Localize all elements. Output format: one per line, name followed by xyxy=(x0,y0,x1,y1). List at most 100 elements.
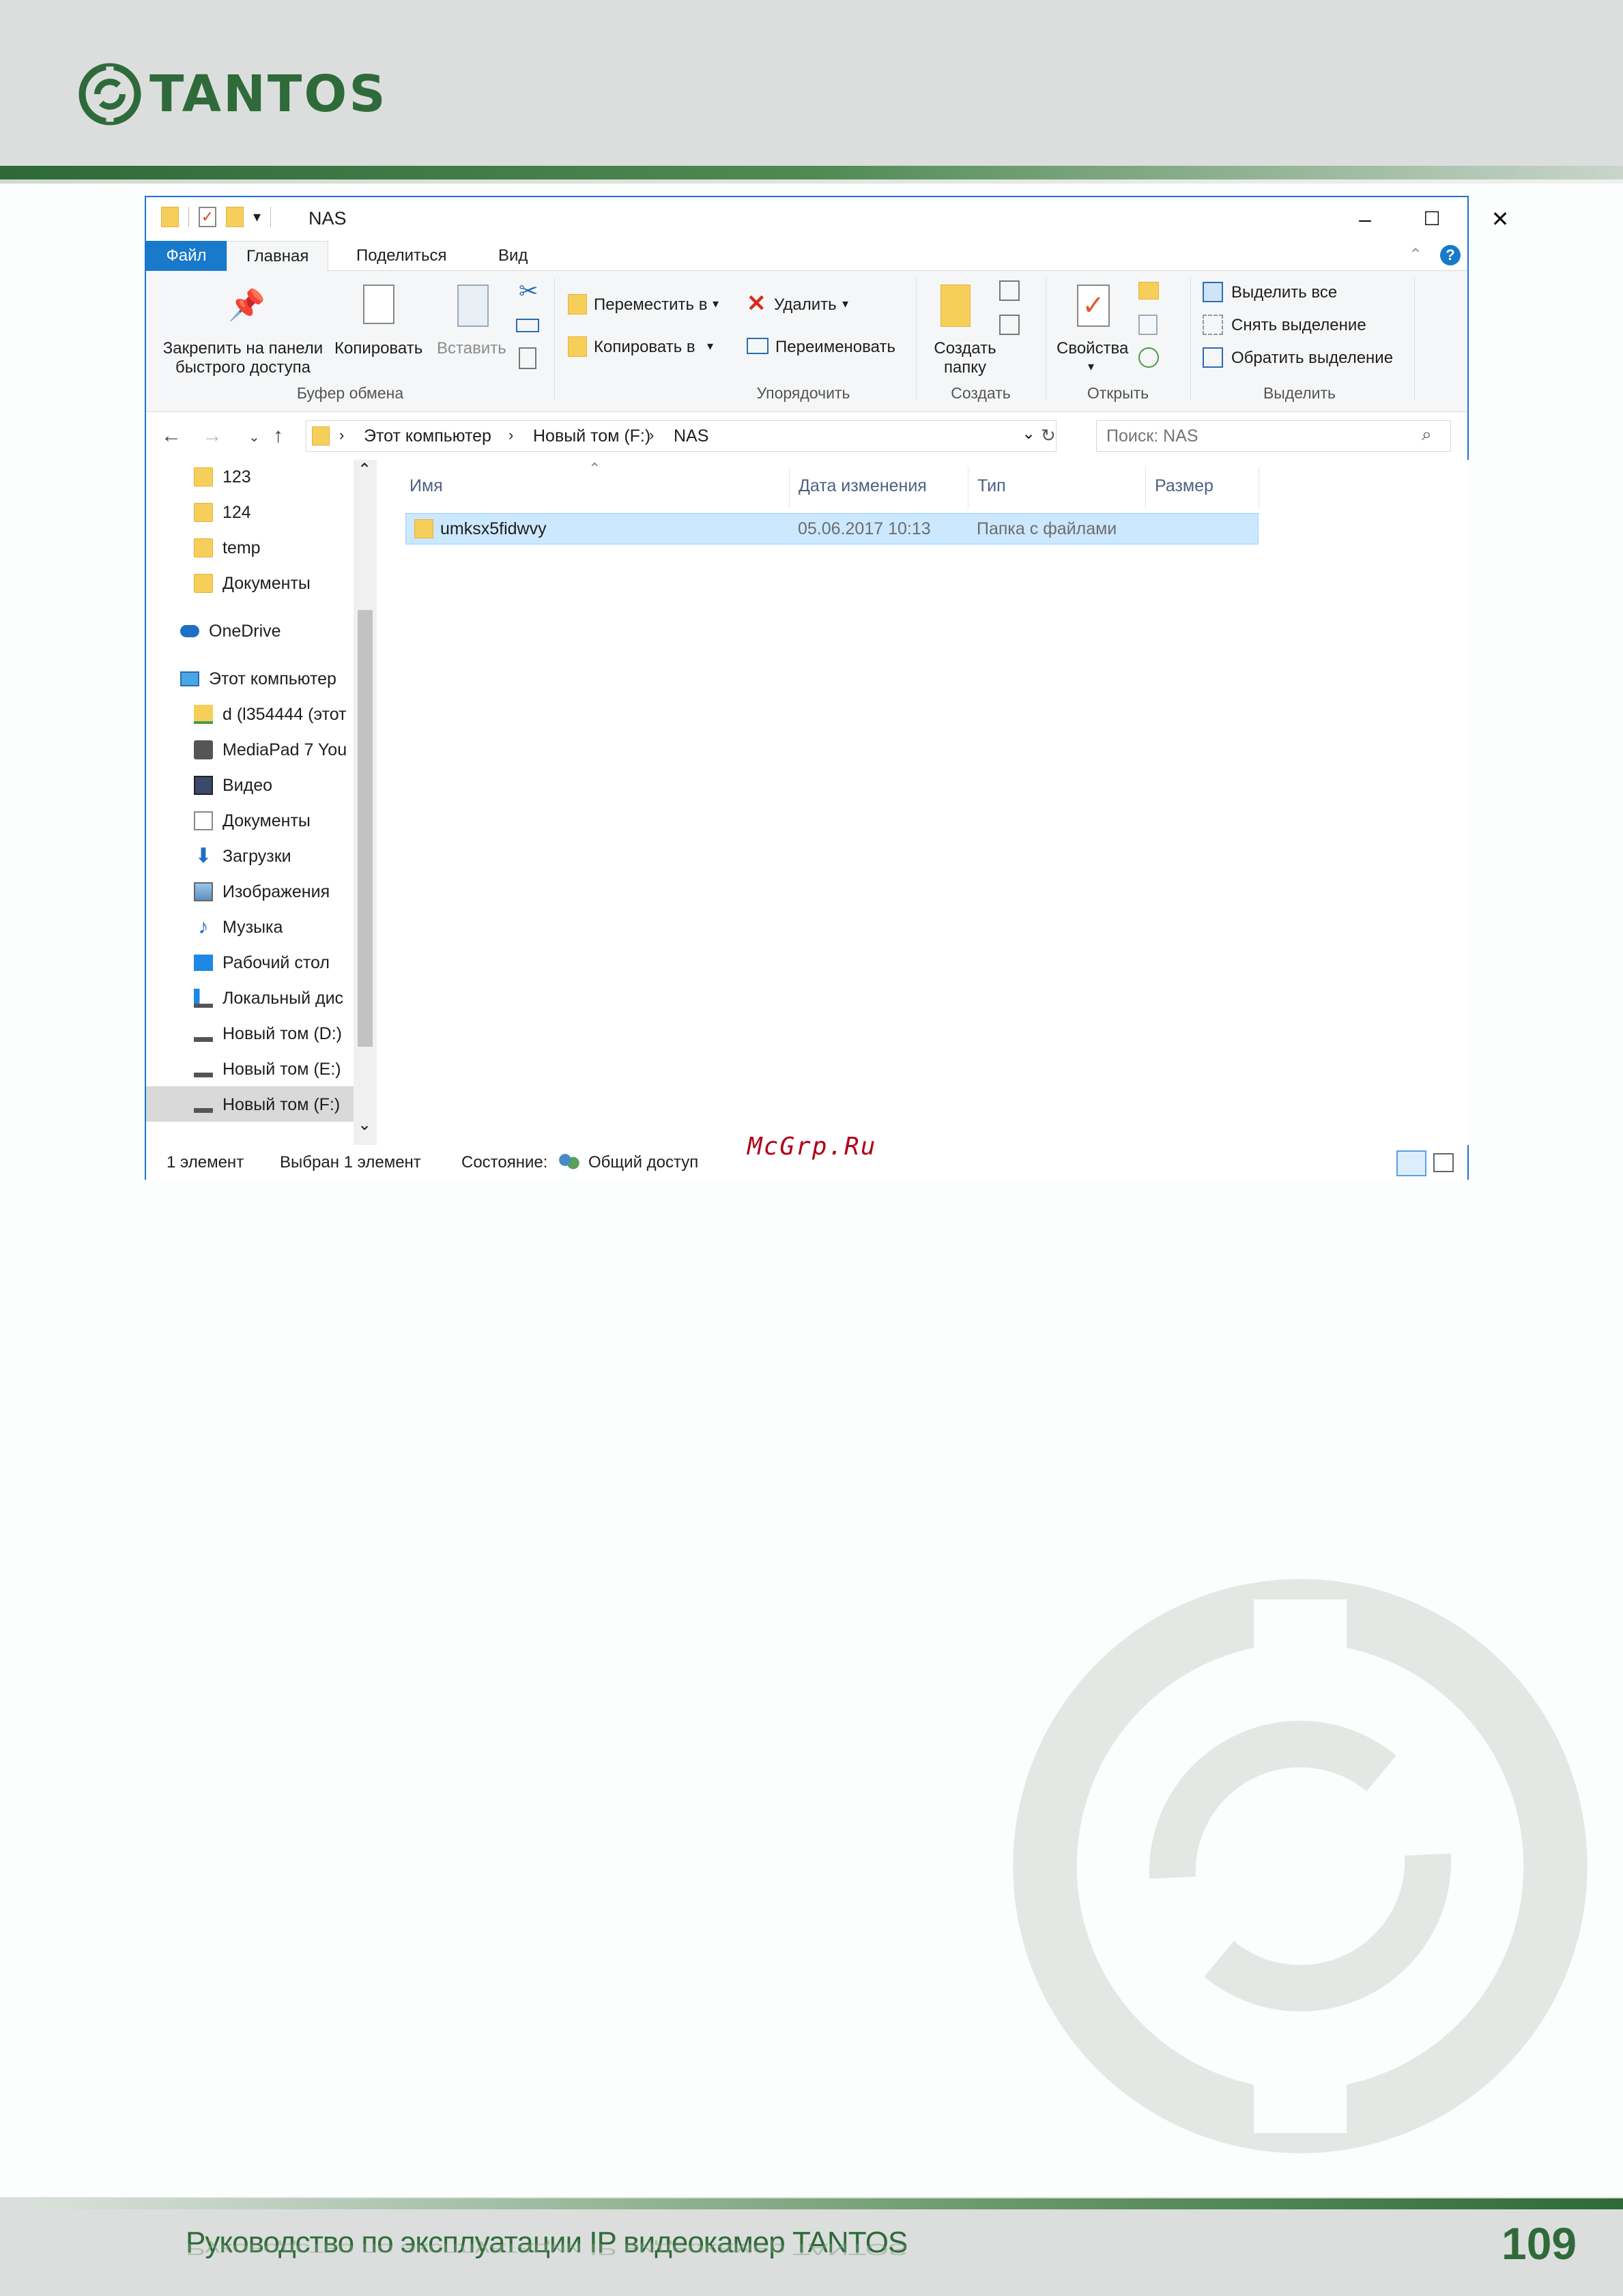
nav-item-label: Видео xyxy=(222,775,273,795)
nav-item-label: OneDrive xyxy=(209,621,281,641)
nav-item-drive-e[interactable]: Новый том (E:) xyxy=(194,1052,341,1086)
recent-chevron-icon[interactable]: ⌄ xyxy=(248,428,260,446)
move-to-button[interactable]: Переместить в xyxy=(594,295,707,315)
details-view-icon[interactable] xyxy=(1396,1150,1426,1176)
pin-label-1: Закрепить на панели xyxy=(162,339,324,358)
breadcrumb-this-pc[interactable]: Этот компьютер xyxy=(364,426,491,446)
nav-item-local-disk[interactable]: Локальный дис xyxy=(194,981,355,1015)
scroll-down-icon[interactable]: ⌄ xyxy=(358,1115,371,1135)
nav-item-music[interactable]: ♪ Музыка xyxy=(194,910,283,944)
computer-icon xyxy=(180,671,199,686)
footer-divider xyxy=(27,2198,1623,2209)
maximize-button[interactable]: ☐ xyxy=(1417,204,1447,234)
column-header-size[interactable]: Размер xyxy=(1155,476,1213,496)
open-icon[interactable] xyxy=(1138,282,1159,300)
move-to-chevron-icon[interactable]: ▾ xyxy=(713,297,719,311)
history-icon[interactable] xyxy=(1138,347,1159,368)
easy-access-icon[interactable] xyxy=(999,315,1020,335)
breadcrumb-separator-icon[interactable]: › xyxy=(339,426,344,444)
nav-item-label: d (l354444 (этот xyxy=(222,704,347,724)
invert-selection-button[interactable]: Обратить выделение xyxy=(1231,349,1393,368)
close-button[interactable]: ✕ xyxy=(1485,204,1515,234)
tab-file[interactable]: Файл xyxy=(146,241,227,271)
search-box[interactable]: ⌕ xyxy=(1096,420,1451,452)
breadcrumb-separator-icon[interactable]: › xyxy=(649,426,654,444)
breadcrumb-separator-icon[interactable]: › xyxy=(508,426,513,444)
breadcrumb-drive-f[interactable]: Новый том (F:) xyxy=(533,426,650,446)
cloud-icon xyxy=(180,625,199,637)
drive-icon xyxy=(194,1096,213,1113)
tab-share[interactable]: Поделиться xyxy=(337,241,466,271)
rename-button[interactable]: Переименовать xyxy=(775,338,895,357)
nav-item-drive-f[interactable]: Новый том (F:) xyxy=(194,1088,340,1122)
paste-shortcut-icon[interactable] xyxy=(519,347,536,369)
column-header-date[interactable]: Дата изменения xyxy=(799,476,927,496)
properties-chevron-icon[interactable]: ▾ xyxy=(1088,360,1094,374)
address-dropdown-icon[interactable]: ⌄ xyxy=(1022,424,1035,444)
properties-button[interactable]: Свойства xyxy=(1057,339,1128,358)
select-group-label: Выделить xyxy=(1263,384,1336,402)
nav-item-desktop[interactable]: Рабочий стол xyxy=(194,946,330,980)
minimize-button[interactable]: – xyxy=(1350,204,1380,234)
nav-item-label: Рабочий стол xyxy=(222,953,330,972)
pin-button[interactable]: Закрепить на панели быстрого доступа xyxy=(157,339,329,377)
nav-item-pictures[interactable]: Изображения xyxy=(194,875,330,909)
nav-item-temp[interactable]: temp xyxy=(194,531,261,565)
select-all-icon xyxy=(1203,282,1223,302)
select-none-button[interactable]: Снять выделение xyxy=(1231,316,1366,335)
forward-icon[interactable]: → xyxy=(202,424,222,448)
table-row[interactable]: umksx5fidwvy 05.06.2017 10:13 Папка с фа… xyxy=(405,513,1259,544)
column-header-type[interactable]: Тип xyxy=(977,476,1006,496)
quick-access-toolbar: ✓ ▾ xyxy=(161,207,272,227)
help-icon[interactable]: ? xyxy=(1440,245,1461,265)
tab-view[interactable]: Вид xyxy=(479,241,547,271)
refresh-icon[interactable]: ↻ xyxy=(1041,425,1056,446)
nav-item-videos[interactable]: Видео xyxy=(194,768,272,802)
nav-scrollbar[interactable]: ⌃ ⌄ xyxy=(354,460,377,1145)
nav-item-drive-d[interactable]: Новый том (D:) xyxy=(194,1017,342,1051)
new-folder-icon[interactable] xyxy=(226,207,244,227)
folder-icon xyxy=(194,538,213,557)
edit-icon[interactable] xyxy=(1138,315,1158,335)
nav-item-123[interactable]: 123 xyxy=(194,460,251,494)
collapse-ribbon-icon[interactable]: ⌃ xyxy=(1409,245,1422,265)
paste-icon xyxy=(457,285,489,327)
nav-item-downloads[interactable]: ⬇ Загрузки xyxy=(194,839,291,873)
properties-icon[interactable]: ✓ xyxy=(199,207,216,227)
nav-scrollbar-thumb[interactable] xyxy=(358,610,373,1047)
select-none-icon xyxy=(1203,315,1223,335)
nav-item-documents[interactable]: Документы xyxy=(194,804,311,838)
large-icons-view-icon[interactable] xyxy=(1433,1153,1454,1172)
nav-item-mediapad[interactable]: MediaPad 7 You xyxy=(194,733,355,767)
column-header-name[interactable]: Имя xyxy=(410,476,443,496)
nav-item-124[interactable]: 124 xyxy=(194,495,251,529)
cut-icon[interactable]: ✂ xyxy=(519,278,538,305)
file-list: ⌃ Имя Дата изменения Тип Размер umksx5fi… xyxy=(377,460,1469,1145)
search-icon[interactable]: ⌕ xyxy=(1422,424,1432,446)
breadcrumb-nas[interactable]: NAS xyxy=(674,426,708,446)
new-item-icon[interactable] xyxy=(999,280,1020,301)
up-icon[interactable]: ↑ xyxy=(273,424,283,448)
nav-item-this-pc[interactable]: Этот компьютер xyxy=(180,662,355,696)
rename-icon xyxy=(747,338,769,354)
paste-button[interactable]: Вставить xyxy=(437,339,506,358)
new-folder-button[interactable]: Создать папку xyxy=(917,339,1013,377)
copy-to-chevron-icon[interactable]: ▾ xyxy=(707,339,713,353)
copy-to-button[interactable]: Копировать в xyxy=(594,338,695,357)
address-bar[interactable]: › Этот компьютер › Новый том (F:) › NAS … xyxy=(306,420,1057,452)
delete-chevron-icon[interactable]: ▾ xyxy=(842,297,848,311)
back-icon[interactable]: ← xyxy=(161,424,182,448)
nav-item-documents-folder[interactable]: Документы xyxy=(194,566,311,600)
search-input[interactable] xyxy=(1106,425,1407,447)
nav-item-network-drive[interactable]: d (l354444 (этот xyxy=(194,697,355,731)
scroll-up-icon[interactable]: ⌃ xyxy=(358,460,371,480)
delete-button[interactable]: Удалить xyxy=(774,295,837,315)
select-all-button[interactable]: Выделить все xyxy=(1231,283,1337,302)
camera-icon xyxy=(194,740,213,759)
nav-item-label: 123 xyxy=(222,467,251,486)
copy-button[interactable]: Копировать xyxy=(334,339,422,358)
tab-home[interactable]: Главная xyxy=(227,241,329,272)
customize-qat-icon[interactable]: ▾ xyxy=(253,208,261,226)
nav-item-onedrive[interactable]: OneDrive xyxy=(180,614,281,648)
copy-path-icon[interactable] xyxy=(516,319,539,332)
